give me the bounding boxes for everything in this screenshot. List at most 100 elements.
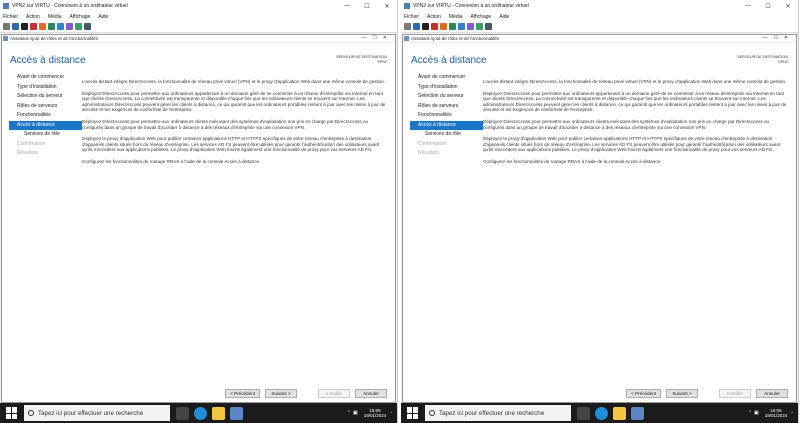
ctrl-alt-del-icon[interactable] [404, 23, 411, 30]
cancel-button[interactable]: Annuler [756, 389, 788, 398]
save-icon[interactable] [449, 23, 456, 30]
checkpoint-icon[interactable] [75, 23, 82, 30]
network-icon[interactable]: ▣ [353, 410, 358, 416]
checkpoint-icon[interactable] [476, 23, 483, 30]
nav-item-role-services[interactable]: Services de rôle [403, 130, 483, 140]
nav-item-installation-type[interactable]: Type d'installation [2, 83, 82, 93]
reset-icon[interactable] [66, 23, 73, 30]
wizard-maximize-icon[interactable]: ☐ [372, 35, 382, 41]
maximize-icon[interactable]: ☐ [357, 0, 377, 12]
power-icon[interactable] [39, 23, 46, 30]
nav-item-server-roles[interactable]: Rôles de serveurs [403, 102, 483, 112]
wizard-minimize-icon[interactable]: — [762, 35, 773, 41]
menu-help[interactable]: Aide [499, 14, 509, 20]
wizard-close-icon[interactable]: ✕ [784, 35, 794, 41]
nav-item-server-selection[interactable]: Sélection du serveur [403, 92, 483, 102]
file-explorer-icon[interactable] [613, 406, 626, 420]
wizard-icon [3, 36, 8, 41]
cancel-button[interactable]: Annuler [355, 389, 387, 398]
nav-item-before-you-begin[interactable]: Avant de commencer [403, 73, 483, 83]
menu-view[interactable]: Affichage [70, 14, 91, 20]
wizard-minimize-icon[interactable]: — [361, 35, 372, 41]
turn-off-icon[interactable] [21, 23, 28, 30]
reset-icon[interactable] [467, 23, 474, 30]
nav-item-installation-type[interactable]: Type d'installation [403, 83, 483, 93]
description-paragraph: Déployez DirectAccess pour permettre aux… [82, 118, 369, 130]
notification-icon[interactable]: ▫ [791, 410, 793, 416]
wizard-buttons: < Précédent Suivant > Installer Annuler [225, 389, 387, 398]
previous-button[interactable]: < Précédent [626, 389, 661, 398]
taskbar-clock[interactable]: 15:05 19/01/2024 [364, 408, 387, 419]
close-icon[interactable]: ✕ [377, 0, 397, 12]
previous-button[interactable]: < Précédent [225, 389, 260, 398]
ctrl-alt-del-icon[interactable] [3, 23, 10, 30]
shutdown-icon[interactable] [30, 23, 37, 30]
page-title: Accès à distance [10, 55, 86, 66]
file-explorer-icon[interactable] [212, 406, 225, 420]
maximize-icon[interactable]: ☐ [758, 0, 778, 12]
notification-icon[interactable]: ▫ [390, 410, 392, 416]
menu-help[interactable]: Aide [98, 14, 108, 20]
minimize-icon[interactable]: — [337, 0, 357, 12]
next-button[interactable]: Suivant > [666, 389, 698, 398]
description-paragraph: Déployez DirectAccess pour permettre aux… [483, 90, 787, 113]
nav-item-results: Résultats [418, 150, 439, 156]
wizard-maximize-icon[interactable]: ☐ [773, 35, 783, 41]
nav-item-features[interactable]: Fonctionnalités [403, 111, 483, 121]
menu-file[interactable]: Fichier [404, 14, 419, 20]
windows-start-icon[interactable] [6, 407, 18, 419]
pause-icon[interactable] [57, 23, 64, 30]
wizard-titlebar: Assistant Ajout de rôles et de fonctionn… [2, 35, 395, 43]
network-icon[interactable]: ▣ [754, 410, 759, 416]
wizard-header: Accès à distance SERVEUR DE DESTINATION … [2, 43, 395, 73]
nav-item-features[interactable]: Fonctionnalités [2, 111, 82, 121]
search-placeholder: Tapez ici pour effectuer une recherche [38, 409, 144, 417]
menu-file[interactable]: Fichier [3, 14, 18, 20]
start-icon[interactable] [12, 23, 19, 30]
menu-action[interactable]: Action [26, 14, 40, 20]
taskbar-clock[interactable]: 15:05 19/01/2024 [765, 408, 788, 419]
chevron-up-icon[interactable]: ⌃ [748, 410, 752, 416]
start-icon[interactable] [413, 23, 420, 30]
search-icon [429, 410, 435, 416]
add-roles-wizard: Assistant Ajout de rôles et de fonctionn… [1, 34, 396, 403]
menu-media[interactable]: Média [48, 14, 62, 20]
window-title: VPN2 sur VIRTU - Connexion à un ordinate… [12, 3, 128, 9]
wizard-close-icon[interactable]: ✕ [383, 35, 393, 41]
enhanced-session-icon[interactable] [84, 23, 91, 30]
nav-item-remote-access[interactable]: Accès à distance [9, 120, 82, 130]
wizard-content: L'accès distant intègre DirectAccess, la… [483, 79, 788, 171]
save-icon[interactable] [48, 23, 55, 30]
system-tray: ⌃ ▣ 15:05 19/01/2024 ▫ [347, 408, 397, 419]
nav-item-remote-access[interactable]: Accès à distance [410, 120, 483, 130]
next-button[interactable]: Suivant > [265, 389, 297, 398]
minimize-icon[interactable]: — [738, 0, 758, 12]
taskbar: Tapez ici pour effectuer une recherche ⌃… [0, 403, 397, 423]
task-view-icon[interactable] [176, 406, 189, 420]
nav-item-role-services[interactable]: Services de rôle [2, 130, 82, 140]
enhanced-session-icon[interactable] [485, 23, 492, 30]
server-manager-icon[interactable] [631, 406, 644, 420]
edge-icon[interactable] [595, 406, 608, 420]
task-view-icon[interactable] [577, 406, 590, 420]
shutdown-icon[interactable] [431, 23, 438, 30]
windows-start-icon[interactable] [407, 407, 419, 419]
menu-action[interactable]: Action [427, 14, 441, 20]
nav-item-server-roles[interactable]: Rôles de serveurs [2, 102, 82, 112]
add-roles-wizard: Assistant Ajout de rôles et de fonctionn… [402, 34, 797, 403]
taskbar-search-input[interactable]: Tapez ici pour effectuer une recherche [425, 405, 571, 421]
chevron-up-icon[interactable]: ⌃ [347, 410, 351, 416]
close-icon[interactable]: ✕ [778, 0, 798, 12]
pause-icon[interactable] [458, 23, 465, 30]
edge-icon[interactable] [194, 406, 207, 420]
vm-screen-left: VPN2 sur VIRTU - Connexion à un ordinate… [0, 0, 398, 423]
nav-item-before-you-begin[interactable]: Avant de commencer [2, 73, 82, 83]
taskbar-search-input[interactable]: Tapez ici pour effectuer une recherche [24, 405, 170, 421]
wizard-buttons: < Précédent Suivant > Installer Annuler [626, 389, 788, 398]
nav-item-server-selection[interactable]: Sélection du serveur [2, 92, 82, 102]
server-manager-icon[interactable] [230, 406, 243, 420]
turn-off-icon[interactable] [422, 23, 429, 30]
menu-view[interactable]: Affichage [471, 14, 492, 20]
power-icon[interactable] [440, 23, 447, 30]
menu-media[interactable]: Média [449, 14, 463, 20]
